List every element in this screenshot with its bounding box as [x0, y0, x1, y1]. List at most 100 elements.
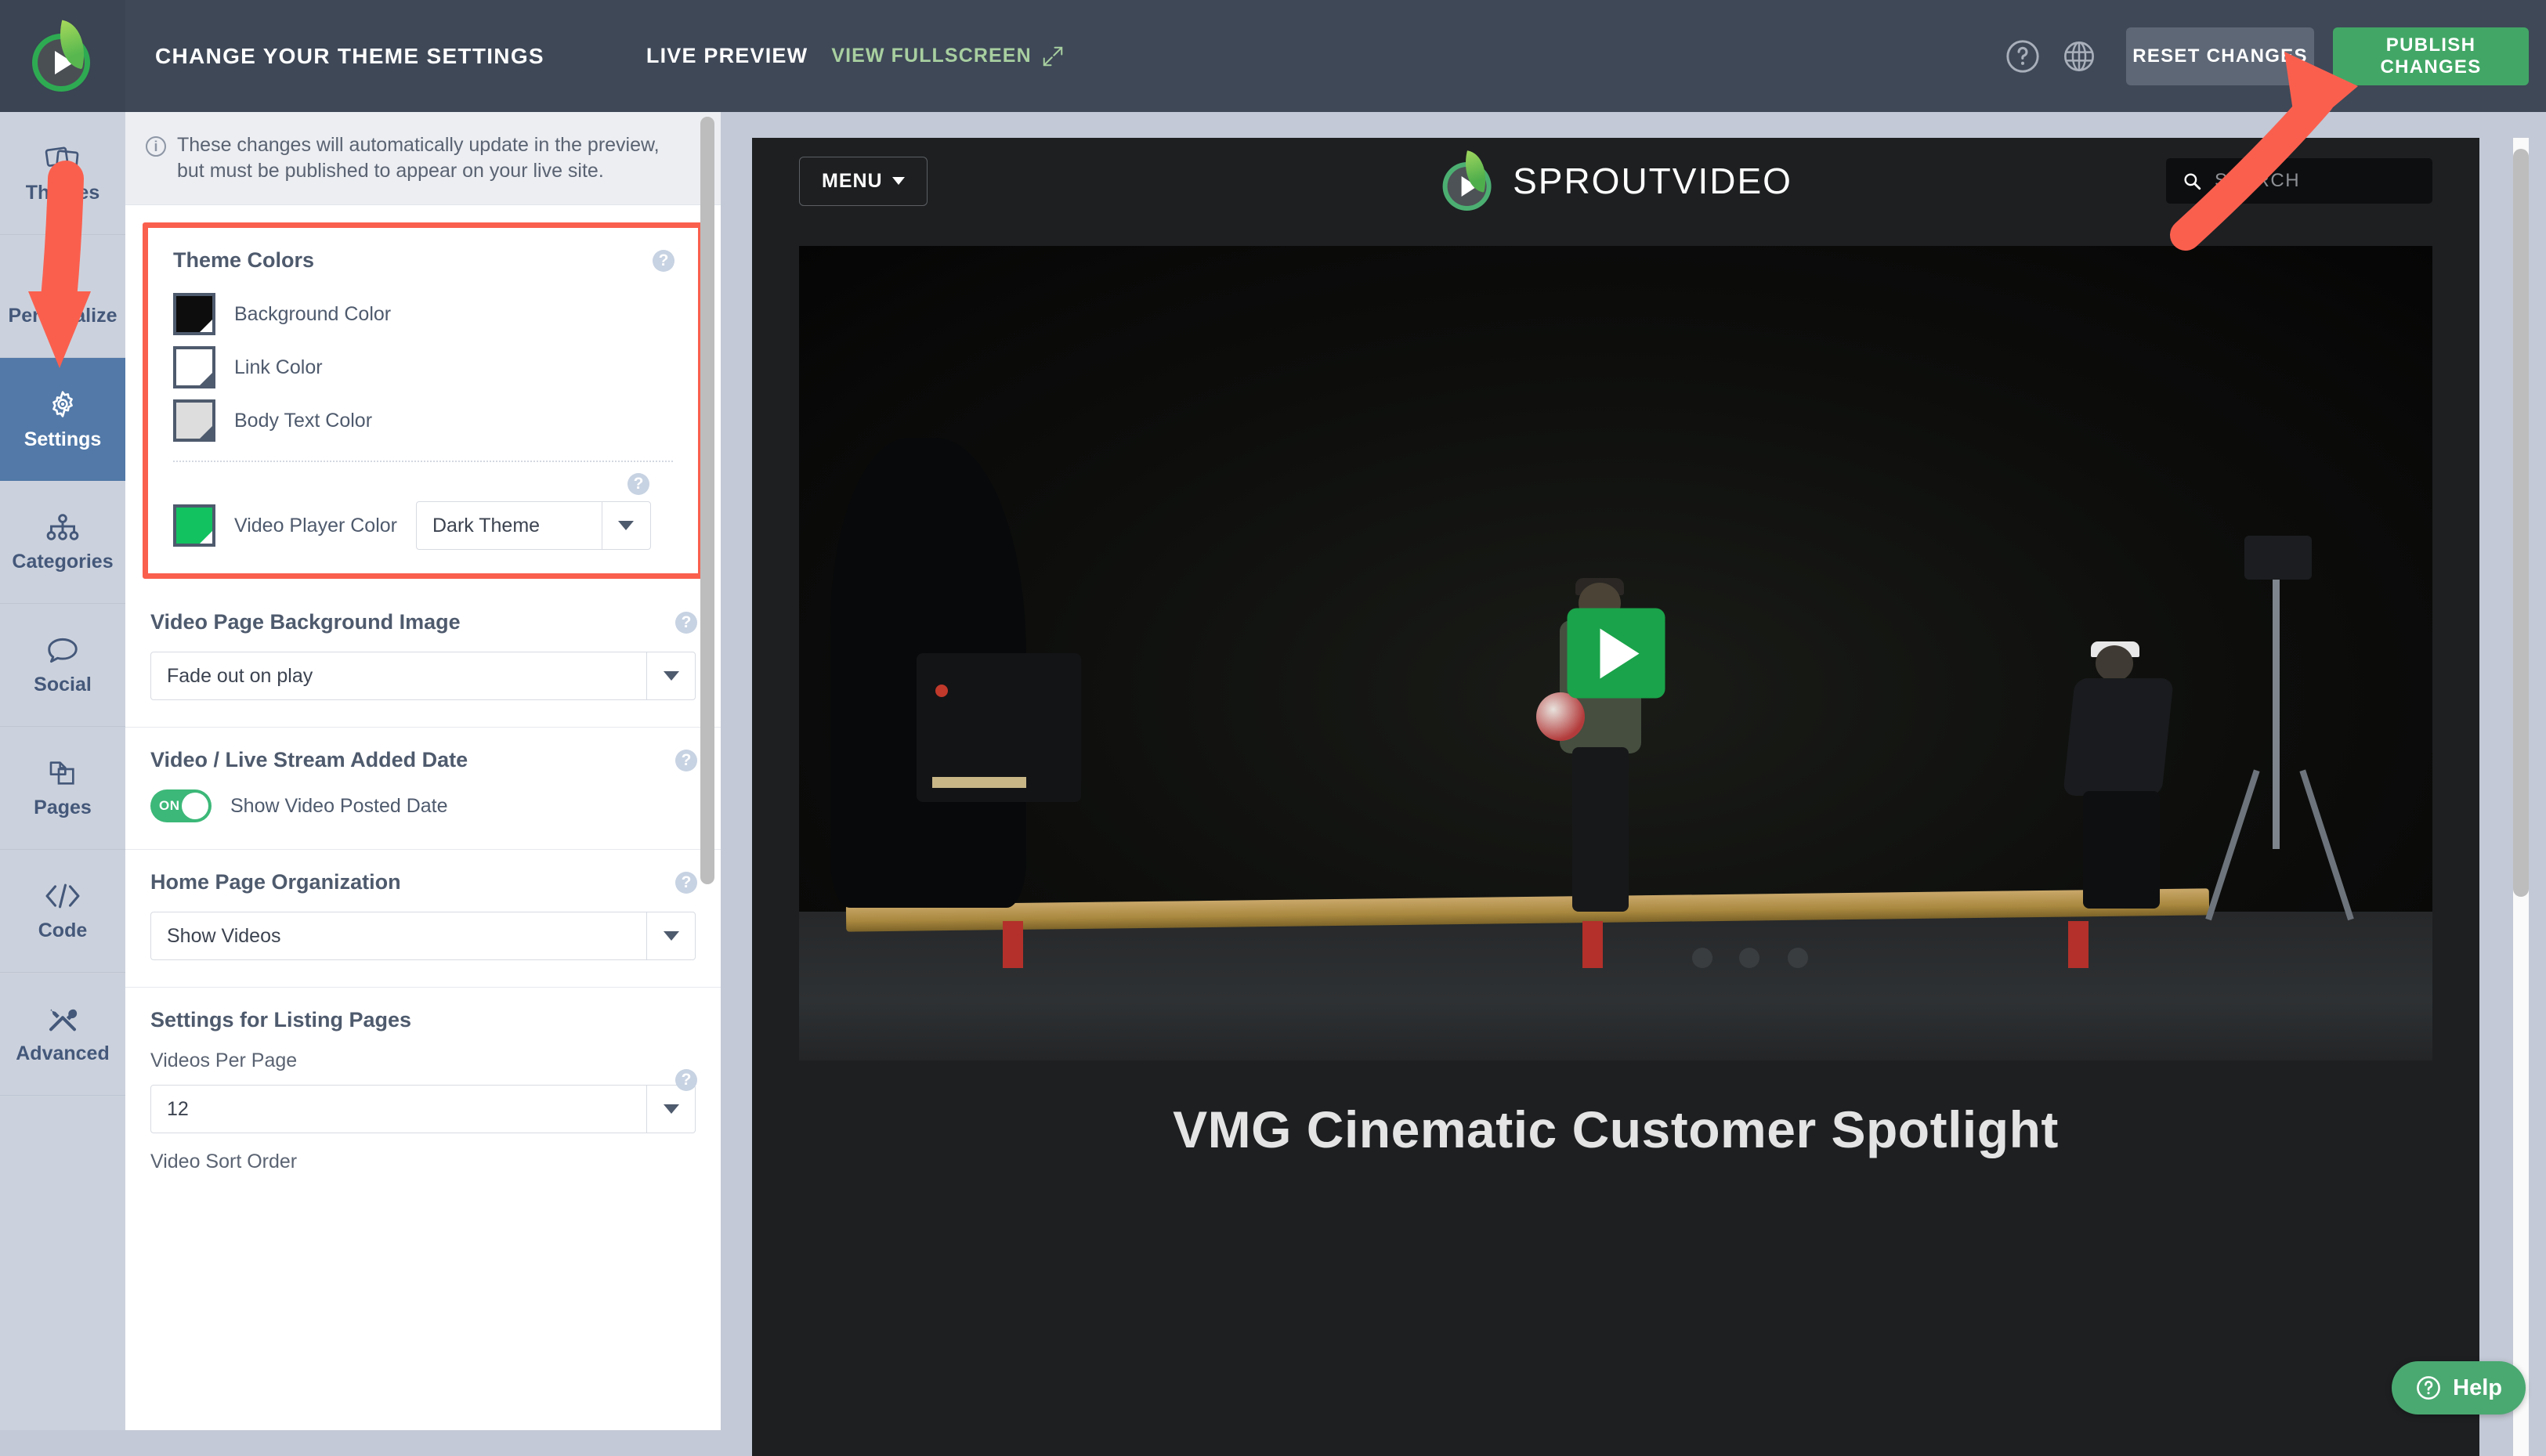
- sitemap-icon: [46, 513, 79, 540]
- preview-frame: MENU SPROUTVIDEO SEARCH VMG Cinematic Cu…: [752, 138, 2479, 1456]
- color-row-link: Link Color: [173, 346, 673, 388]
- app-logo[interactable]: [0, 0, 125, 112]
- sidebar-item-categories[interactable]: Categories: [0, 481, 125, 604]
- site-header: MENU SPROUTVIDEO SEARCH: [752, 138, 2479, 224]
- site-branding[interactable]: SPROUTVIDEO: [1439, 150, 1792, 211]
- color-row-body-text: Body Text Color: [173, 399, 673, 442]
- link-color-swatch[interactable]: [173, 346, 215, 388]
- play-button[interactable]: [1567, 608, 1665, 699]
- help-icon[interactable]: [1994, 28, 2051, 85]
- chevron-down-icon: [891, 177, 905, 185]
- theme-colors-title: Theme Colors: [173, 248, 315, 272]
- tripod-rig: [2197, 536, 2362, 921]
- speech-bubble-icon: [48, 638, 78, 663]
- video-page-background-select[interactable]: Fade out on play: [150, 652, 696, 700]
- view-fullscreen-label: VIEW FULLSCREEN: [831, 45, 1032, 67]
- beam-leg: [1003, 921, 1023, 968]
- settings-panel: i These changes will automatically updat…: [125, 112, 721, 1430]
- video-page-background-help-icon[interactable]: ?: [675, 612, 697, 634]
- added-date-help-icon[interactable]: ?: [675, 750, 697, 771]
- home-page-organization-help-icon[interactable]: ?: [675, 872, 697, 894]
- sidebar-nav: Themes Personalize Settings Categories S…: [0, 112, 125, 1430]
- settings-panel-scrollbar[interactable]: [700, 112, 714, 1430]
- background-color-label: Background Color: [234, 302, 392, 325]
- video-page-background-value: Fade out on play: [167, 664, 313, 687]
- sidebar-item-social[interactable]: Social: [0, 604, 125, 727]
- sidebar-item-label: Code: [38, 919, 88, 941]
- toggle-state-label: ON: [159, 798, 180, 813]
- help-widget-label: Help: [2453, 1375, 2502, 1400]
- theme-colors-help-icon[interactable]: ?: [653, 250, 674, 272]
- live-preview-area: MENU SPROUTVIDEO SEARCH VMG Cinematic Cu…: [721, 112, 2546, 1456]
- body-text-color-swatch[interactable]: [173, 399, 215, 442]
- menu-button[interactable]: MENU: [799, 156, 928, 206]
- video-player-color-help-icon[interactable]: ?: [627, 473, 649, 495]
- prop-ball: [1739, 948, 1759, 968]
- sidebar-item-personalize[interactable]: Personalize: [0, 235, 125, 358]
- search-icon: [2184, 173, 2201, 190]
- videos-per-page-label: Videos Per Page: [150, 1050, 298, 1071]
- video-title: VMG Cinematic Customer Spotlight: [1173, 1100, 2059, 1158]
- video-thumbnail[interactable]: [799, 246, 2432, 1060]
- sidebar-item-code[interactable]: Code: [0, 850, 125, 973]
- publish-changes-button[interactable]: PUBLISH CHANGES: [2333, 27, 2529, 85]
- sidebar-item-pages[interactable]: Pages: [0, 727, 125, 850]
- view-fullscreen-button[interactable]: VIEW FULLSCREEN: [831, 45, 1064, 68]
- added-date-title: Video / Live Stream Added Date: [150, 748, 468, 771]
- home-page-organization-title: Home Page Organization: [150, 870, 401, 894]
- search-placeholder: SEARCH: [2215, 170, 2301, 191]
- pages-icon: [49, 761, 74, 785]
- sidebar-item-themes[interactable]: Themes: [0, 112, 125, 235]
- camera-operator-right: [2049, 641, 2205, 909]
- sidebar-item-settings[interactable]: Settings: [0, 358, 125, 481]
- videos-per-page-select[interactable]: 12: [150, 1085, 696, 1133]
- listing-pages-title: Settings for Listing Pages: [150, 1008, 412, 1031]
- toggle-knob: [182, 793, 208, 819]
- scrollbar-thumb[interactable]: [2513, 149, 2529, 897]
- video-player-color-label: Video Player Color: [234, 514, 397, 537]
- sidebar-item-advanced[interactable]: Advanced: [0, 973, 125, 1096]
- stage-floor: [799, 912, 2432, 1060]
- sidebar-item-label: Advanced: [16, 1042, 110, 1064]
- site-name: SPROUTVIDEO: [1513, 161, 1792, 201]
- sidebar-item-label: Social: [34, 673, 92, 695]
- color-row-video-player: Video Player Color Dark Theme: [173, 501, 673, 550]
- tools-icon: [49, 1009, 78, 1031]
- home-page-organization-select[interactable]: Show Videos: [150, 912, 696, 960]
- video-player-theme-select[interactable]: Dark Theme: [415, 501, 651, 550]
- sidebar-item-label: Pages: [34, 796, 92, 818]
- help-widget-button[interactable]: Help: [2392, 1361, 2526, 1414]
- preview-scrollbar[interactable]: [2513, 138, 2529, 1456]
- live-preview-group: LIVE PREVIEW VIEW FULLSCREEN: [646, 44, 1065, 68]
- chevron-down-icon: [646, 912, 695, 959]
- search-input[interactable]: SEARCH: [2166, 158, 2432, 204]
- added-date-block: ? Video / Live Stream Added Date ON Show…: [125, 727, 721, 849]
- show-video-posted-date-toggle[interactable]: ON: [150, 789, 212, 822]
- top-bar: CHANGE YOUR THEME SETTINGS LIVE PREVIEW …: [0, 0, 2546, 112]
- sidebar-item-label: Settings: [24, 428, 102, 450]
- background-color-swatch[interactable]: [173, 293, 215, 335]
- home-page-organization-block: ? Home Page Organization Show Videos: [125, 849, 721, 987]
- prop-ball: [1692, 948, 1712, 968]
- expand-icon: [1043, 46, 1062, 66]
- themes-icon: [45, 146, 79, 169]
- video-player-color-swatch[interactable]: [173, 504, 215, 547]
- show-video-posted-date-label: Show Video Posted Date: [230, 794, 448, 817]
- sproutvideo-logo-icon: [29, 20, 96, 92]
- gear-icon: [52, 390, 73, 417]
- chevron-down-icon: [601, 502, 650, 549]
- video-sort-order-label: Video Sort Order: [150, 1151, 298, 1172]
- scrollbar-thumb[interactable]: [700, 117, 714, 884]
- videos-per-page-help-icon[interactable]: ?: [675, 1069, 697, 1091]
- page-title: CHANGE YOUR THEME SETTINGS: [155, 43, 544, 68]
- menu-button-label: MENU: [822, 169, 883, 192]
- video-player-theme-value: Dark Theme: [432, 514, 541, 537]
- reset-changes-button[interactable]: RESET CHANGES: [2126, 27, 2314, 85]
- beam-leg: [1582, 921, 1603, 968]
- globe-icon[interactable]: [2051, 28, 2107, 85]
- sidebar-item-label: Themes: [25, 181, 100, 204]
- sproutvideo-logo-icon: [1439, 150, 1495, 211]
- sidebar-item-label: Personalize: [8, 304, 118, 327]
- divider: [173, 461, 673, 462]
- listing-pages-block: Settings for Listing Pages ? Videos Per …: [125, 987, 721, 1200]
